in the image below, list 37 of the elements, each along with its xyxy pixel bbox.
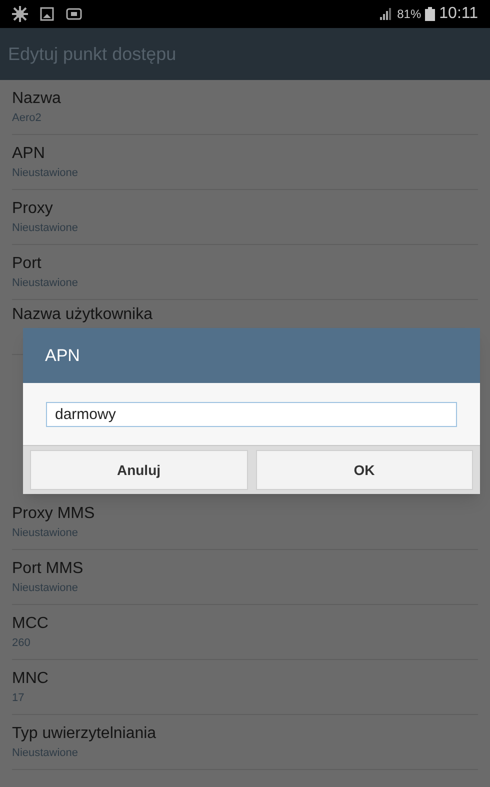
setting-value: Aero2 [12,112,42,126]
input-field[interactable]: darmowy [46,402,457,426]
settings-item[interactable]: MCC 260 [12,605,478,660]
battery-percentage: 81% [397,6,422,23]
settings-item[interactable]: MNC 17 [12,660,478,715]
dialog-button[interactable]: OK [256,450,473,490]
settings-item[interactable]: Typ uwierzytelniania Nieustawione [12,715,478,770]
dialog-button[interactable]: Anuluj [30,450,248,490]
setting-value: Nieustawione [12,746,80,760]
settings-item[interactable]: Port Nieustawione [12,245,478,300]
setting-title: Port [12,254,42,274]
clock: 10:11 [439,4,478,24]
settings-item[interactable]: Proxy MMS Nieustawione [12,495,478,550]
setting-title: Typ uwierzytelniania [12,724,158,744]
signal-icon [379,7,394,21]
setting-value: Nieustawione [12,582,80,596]
setting-value: 17 [12,692,26,706]
setting-title: APN [12,144,46,164]
sim-card-icon [66,8,82,20]
setting-value: 260 [12,636,32,650]
setting-title: Proxy MMS [12,504,96,524]
setting-value: Nieustawione [12,526,80,540]
setting-title: Port MMS [12,558,84,579]
setting-title: Nazwa użytkownika [12,305,154,325]
battery-icon [425,7,436,21]
settings-item[interactable]: Port MMS Nieustawione [12,550,478,605]
settings-item[interactable]: Nazwa Aero2 [12,80,478,135]
setting-title: MCC [12,614,50,634]
settings-item[interactable]: APN Nieustawione [12,135,478,190]
setting-value: Nieustawione [12,276,80,290]
setting-value: Nieustawione [12,222,80,236]
settings-item[interactable]: Proxy Nieustawione [12,190,478,245]
setting-title: MNC [12,668,50,689]
setting-title: Nazwa [12,88,62,109]
setting-value: Nieustawione [12,166,80,180]
image-icon [40,7,54,21]
setting-title: Proxy [12,198,54,219]
